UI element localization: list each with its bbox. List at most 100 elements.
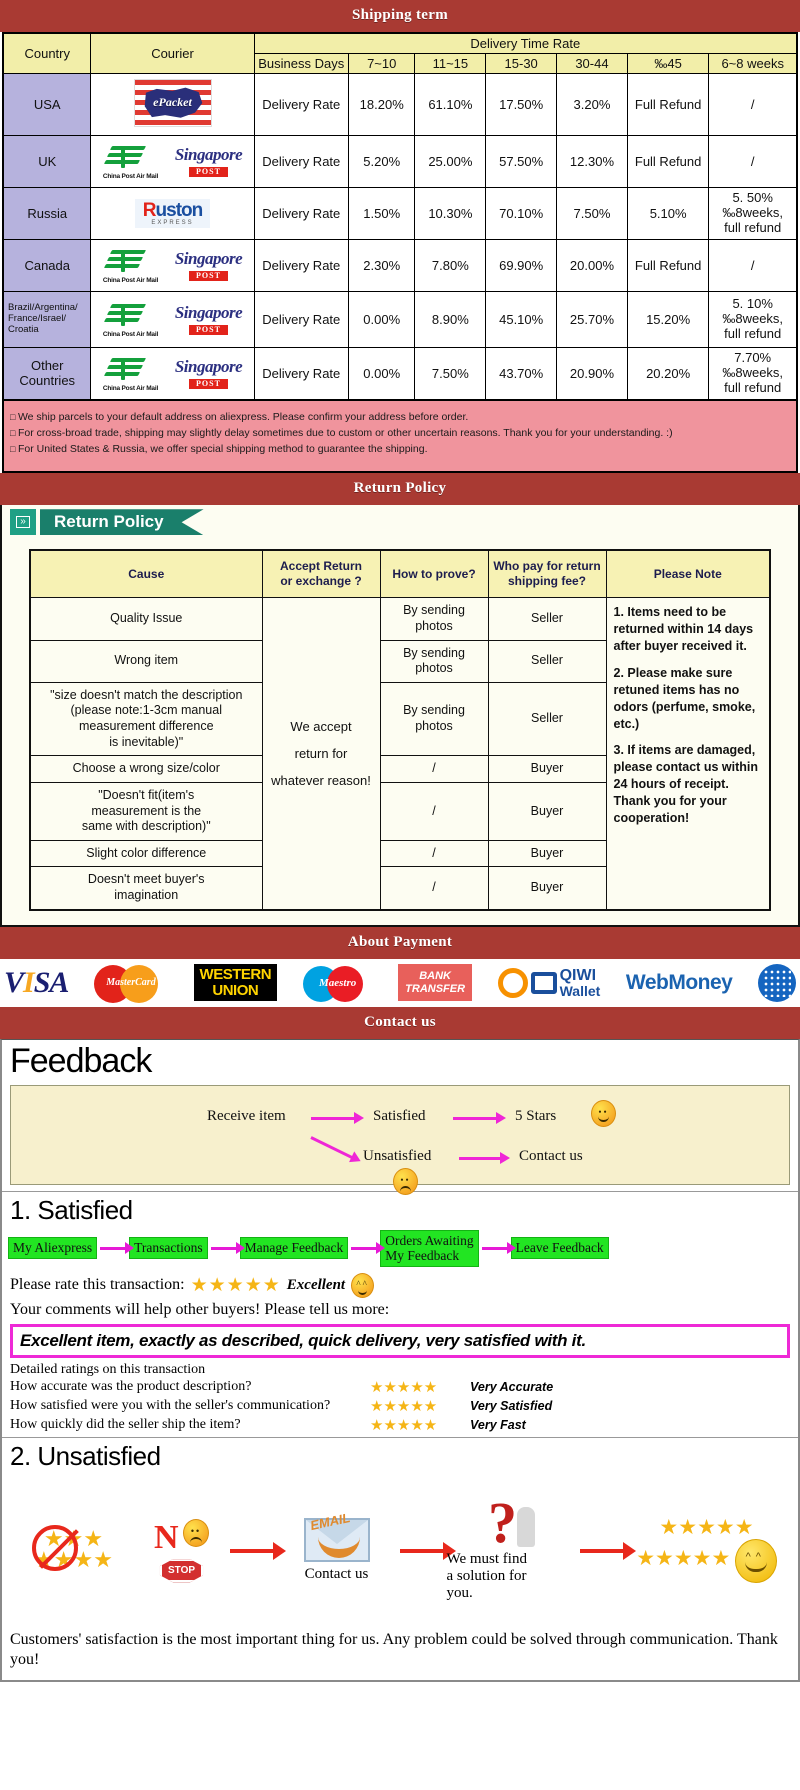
big-smile-icon: ^^ xyxy=(734,1538,777,1583)
shipping-table: Country Courier Delivery Time Rate Busin… xyxy=(2,32,798,401)
canada-7-10: 2.30% xyxy=(347,239,416,292)
detail-stars-3[interactable]: ★★★★★ xyxy=(370,1416,470,1435)
shipping-header-row-1: Country Courier Delivery Time Rate xyxy=(2,32,798,74)
visa-icon: VISA xyxy=(4,965,69,999)
return-cause-4: Choose a wrong size/color xyxy=(29,755,263,783)
singapore-post-label: POST xyxy=(189,324,228,335)
row-rate-label-other: Delivery Rate xyxy=(253,347,349,400)
china-post-air-mail-icon: China Post Air Mail xyxy=(103,143,158,180)
feedback-flow-diagram: Receive item Satisfied 5 Stars •• Unsati… xyxy=(10,1084,790,1195)
step-manage-feedback[interactable]: Manage Feedback xyxy=(239,1237,349,1259)
return-payer-6: Buyer xyxy=(487,839,607,868)
china-post-label: China Post Air Mail xyxy=(102,172,159,180)
return-cause-6: Slight color difference xyxy=(29,839,263,868)
other-over-45: 20.20% xyxy=(626,347,710,400)
flow-arrow-1 xyxy=(311,1111,364,1124)
ruston-sub: EXPRESS xyxy=(151,220,194,226)
ruston-word: Ruston xyxy=(142,200,203,221)
return-prove-2: By sending photos xyxy=(379,639,489,683)
bad-rating-icon: ★★★ ★★★★ xyxy=(14,1525,134,1572)
uk-6-8-weeks: / xyxy=(708,135,798,188)
divider-2 xyxy=(2,1436,798,1438)
brazil-30-44: 25.70% xyxy=(556,291,628,348)
question-mark-icon: ? xyxy=(488,1489,517,1555)
feedback-title: Feedback xyxy=(10,1041,152,1080)
courier-logo-ruston-cell: Ruston EXPRESS xyxy=(90,187,255,240)
step-orders-awaiting[interactable]: Orders Awaiting My Feedback xyxy=(380,1229,479,1267)
ruston-express-icon: Ruston EXPRESS xyxy=(134,199,211,228)
maestro-icon: Maestro xyxy=(302,963,373,1003)
person-icon xyxy=(517,1506,535,1547)
unsatisfied-heading: 2. Unsatisfied xyxy=(10,1440,161,1471)
step-my-aliexpress[interactable]: My Aliexpress xyxy=(8,1237,98,1259)
usa-6-8-weeks: / xyxy=(708,73,798,136)
return-note-4: Thank you for your cooperation! xyxy=(613,794,727,825)
singapore-post-icon: Singapore POST xyxy=(175,146,243,177)
return-prove-1: By sending photos xyxy=(379,597,489,641)
bank-transfer-bottom: TRANSFER xyxy=(405,982,466,995)
good-rating-result: ★★★★★ ★★★★★ ^^ xyxy=(627,1517,787,1583)
step-leave-feedback[interactable]: Leave Feedback xyxy=(510,1237,609,1259)
return-cause-1: Quality Issue xyxy=(29,597,263,641)
singapore-post-icon: Singapore POST xyxy=(175,358,243,389)
row-country-uk: UK xyxy=(2,135,92,188)
return-cause-7: Doesn't meet buyer's imagination xyxy=(29,866,263,911)
payment-methods-row: VISA MasterCard WESTERN UNION Maestro BA… xyxy=(0,958,800,1007)
detailed-rating-row: How accurate was the product description… xyxy=(2,1378,798,1397)
unsatisfied-arrow-2 xyxy=(399,1541,456,1560)
courier-logos-uk: China Post Air Mail Singapore POST xyxy=(90,135,255,188)
unsatisfied-arrow-1 xyxy=(229,1541,286,1560)
return-header-note: Please Note xyxy=(605,549,771,599)
stop-sign-icon: STOP xyxy=(159,1559,204,1583)
detail-stars-1[interactable]: ★★★★★ xyxy=(370,1378,470,1397)
closing-statement: Customers' satisfaction is the most impo… xyxy=(10,1630,778,1668)
china-post-label: China Post Air Mail xyxy=(102,384,159,392)
singapore-post-icon: Singapore POST xyxy=(175,304,243,335)
header-range-over-45: ‰45 xyxy=(626,53,710,74)
uk-over-45: Full Refund xyxy=(626,135,710,188)
email-envelope-icon: EMAIL xyxy=(303,1510,370,1563)
courier-logo-epacket-cell xyxy=(90,73,255,136)
return-notes-cell: 1. Items need to be returned within 14 d… xyxy=(605,597,771,911)
rating-stars[interactable]: ★★★★★ xyxy=(191,1276,281,1295)
flow-satisfied: Satisfied xyxy=(373,1107,426,1124)
row-rate-label-canada: Delivery Rate xyxy=(253,239,349,292)
table-row: Brazil/Argentina/ France/Israel/ Croatia… xyxy=(2,291,798,348)
flow-five-stars: 5 Stars xyxy=(515,1107,557,1124)
row-rate-label-russia: Delivery Rate xyxy=(253,187,349,240)
return-cause-3: "size doesn't match the description (ple… xyxy=(29,681,263,757)
brazil-over-45: 15.20% xyxy=(626,291,710,348)
shipping-notes: We ship parcels to your default address … xyxy=(2,400,798,474)
step-transactions[interactable]: Transactions xyxy=(129,1237,208,1259)
return-policy-ribbon-row: » Return Policy xyxy=(2,505,798,539)
smiley-icon: ^^ xyxy=(351,1272,375,1298)
email-step: EMAIL Contact us xyxy=(277,1510,397,1583)
return-header-accept: Accept Return or exchange ? xyxy=(261,549,381,599)
row-rate-label-usa: Delivery Rate xyxy=(253,73,349,136)
header-delivery-time-rate: Delivery Time Rate xyxy=(253,32,798,54)
return-prove-3: By sending photos xyxy=(379,681,489,757)
solution-caption: We must find a solution for you. xyxy=(446,1550,527,1601)
detailed-ratings-title: Detailed ratings on this transaction xyxy=(10,1361,206,1377)
contact-us-banner: Contact us xyxy=(0,1006,800,1039)
qiwi-label: QIWI xyxy=(559,966,597,984)
satisfied-heading: 1. Satisfied xyxy=(10,1194,133,1225)
canada-30-44: 20.00% xyxy=(556,239,628,292)
satisfied-steps: My Aliexpress Transactions Manage Feedba… xyxy=(2,1228,798,1271)
table-row: USA Delivery Rate 18.20% 61.10% 17.50% 3… xyxy=(2,73,798,136)
return-accept-cell: We accept return for whatever reason! xyxy=(261,597,381,911)
step-arrow-1 xyxy=(100,1241,135,1254)
western-union-icon: WESTERN UNION xyxy=(193,964,278,1001)
return-policy-ribbon-label: Return Policy xyxy=(40,509,204,535)
singapore-post-label: POST xyxy=(189,166,228,177)
return-header-payer: Who pay for return shipping fee? xyxy=(487,549,607,599)
flow-contact-us: Contact us xyxy=(519,1147,583,1164)
other-7-10: 0.00% xyxy=(347,347,416,400)
unsatisfied-flow: ★★★ ★★★★ N •• STOP EMAIL Contact us ? We… xyxy=(2,1474,798,1624)
qiwi-wallet-label: Wallet xyxy=(559,982,601,999)
return-header-cause: Cause xyxy=(29,549,263,599)
email-label: EMAIL xyxy=(308,1510,352,1534)
happy-face-icon: •• xyxy=(591,1099,616,1127)
detail-stars-2[interactable]: ★★★★★ xyxy=(370,1397,470,1416)
return-prove-7: / xyxy=(379,866,489,911)
